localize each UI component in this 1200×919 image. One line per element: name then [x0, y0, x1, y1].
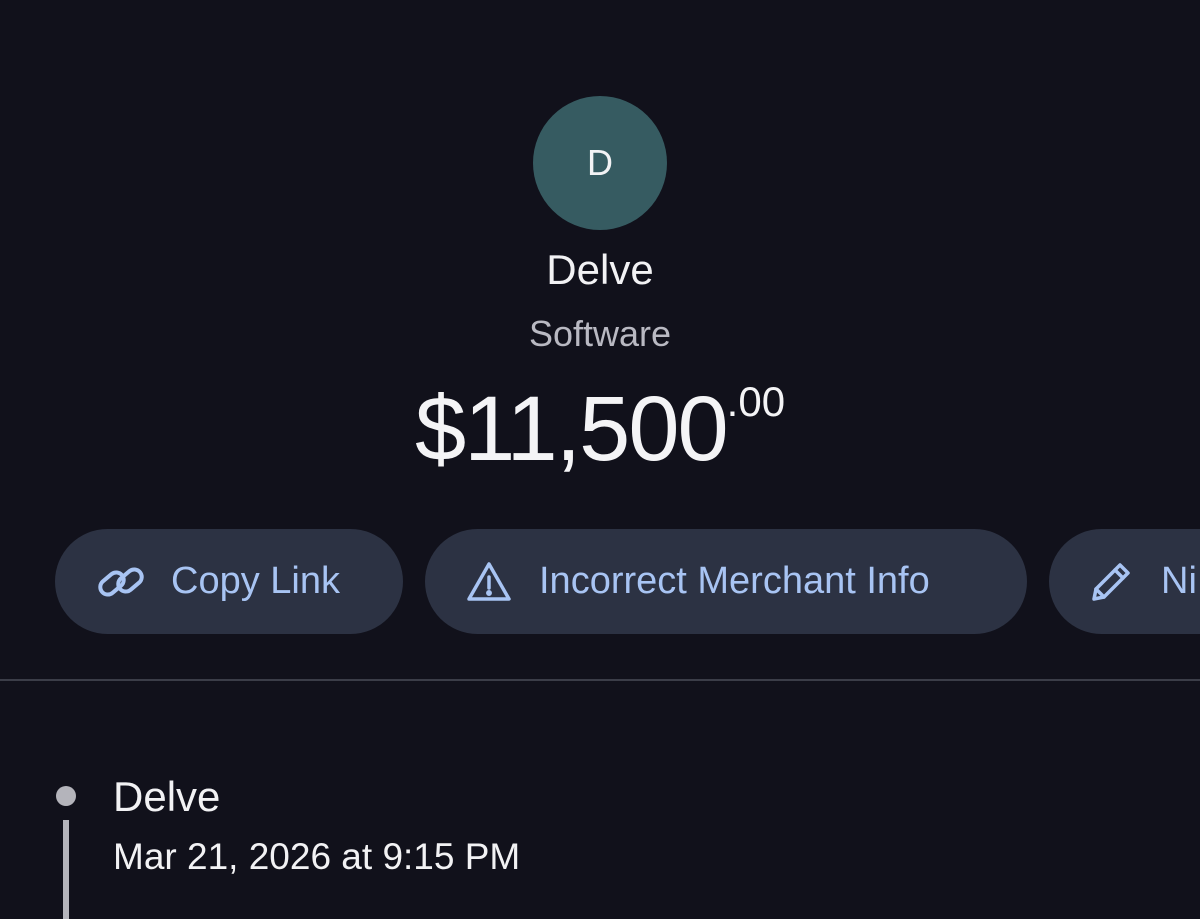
timeline-line: [63, 820, 69, 919]
incorrect-merchant-info-button[interactable]: Incorrect Merchant Info: [425, 529, 1027, 634]
timeline-event-title: Delve: [113, 773, 221, 820]
merchant-name: Delve: [546, 246, 654, 293]
copy-link-button[interactable]: Copy Link: [55, 529, 403, 634]
copy-link-label: Copy Link: [171, 560, 340, 602]
incorrect-merchant-info-label: Incorrect Merchant Info: [539, 560, 930, 602]
timeline-dot: [56, 786, 76, 806]
amount-whole: $11,500: [414, 378, 729, 480]
avatar-letter: D: [587, 142, 613, 183]
amount-cents: .00: [726, 378, 786, 425]
nickname-label: Ni: [1161, 560, 1197, 602]
section-divider: [0, 679, 1200, 681]
warning-icon: [463, 556, 515, 608]
link-icon: [95, 556, 147, 608]
transaction-detail-screen: D Delve Software $11,500.00 Copy Link In…: [0, 0, 1200, 919]
transaction-amount: $11,500.00: [0, 378, 1200, 479]
pencil-icon: [1085, 556, 1137, 608]
timeline-event-time: Mar 21, 2026 at 9:15 PM: [113, 836, 521, 877]
merchant-category: Software: [528, 313, 672, 354]
merchant-avatar: D: [533, 96, 667, 230]
nickname-button[interactable]: Ni: [1049, 529, 1200, 634]
